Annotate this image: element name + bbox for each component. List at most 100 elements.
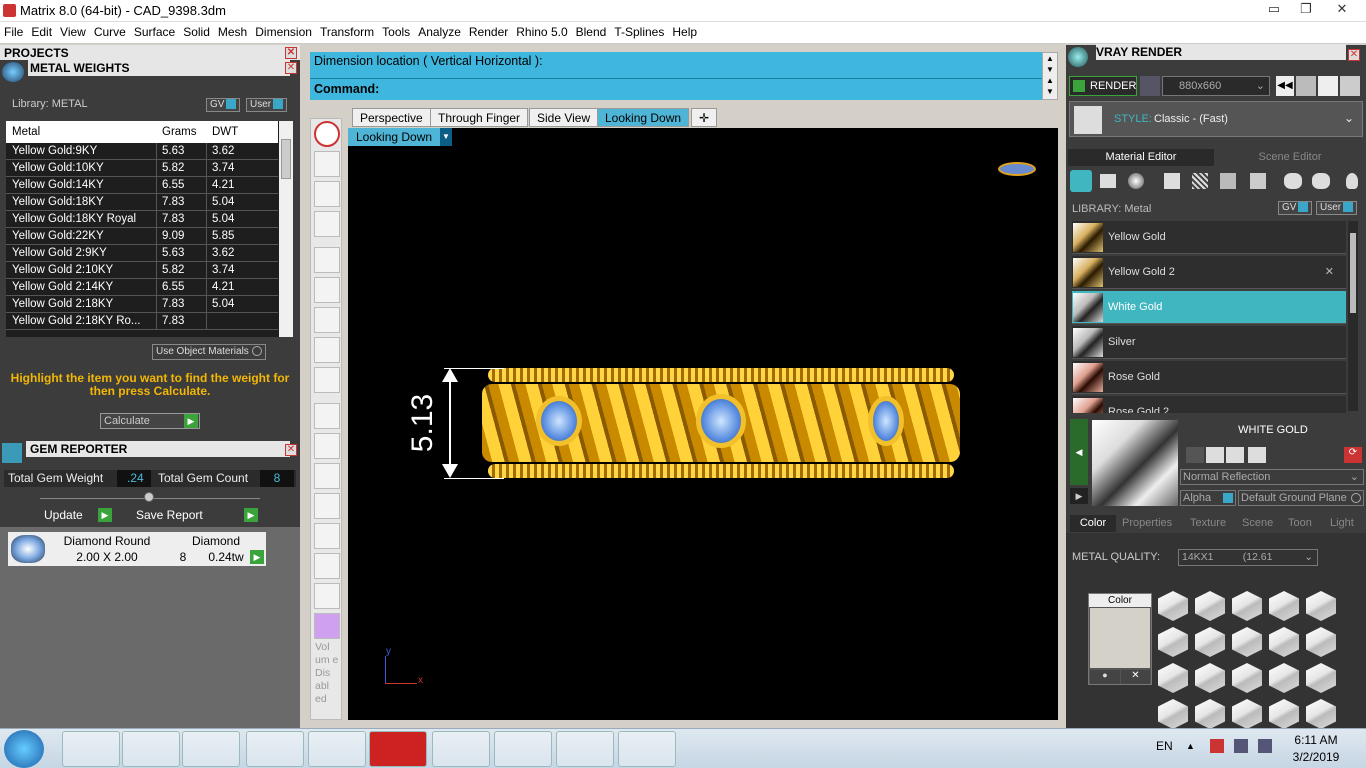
table-row[interactable]: Yellow Gold 2:18KY 7.83 5.04 (6, 296, 278, 313)
maximize-button[interactable]: ❐ (1290, 0, 1322, 20)
menu-blend[interactable]: Blend (572, 22, 611, 42)
render-button[interactable]: RENDER (1069, 76, 1137, 96)
menu-dimension[interactable]: Dimension (251, 22, 316, 42)
table-row[interactable]: Yellow Gold:18KY Royal 7.83 5.04 (6, 211, 278, 228)
dimension-r-icon[interactable] (314, 493, 340, 519)
viewport[interactable]: Looking Down ▼ 5.13 y x (348, 128, 1058, 720)
gv-toggle[interactable]: GV (206, 98, 241, 112)
clock-time[interactable]: 6:11 AM (1286, 733, 1346, 747)
collapse-arrow-icon[interactable]: ◀ (1070, 419, 1088, 485)
rewind-icon[interactable]: ◀◀ (1276, 76, 1294, 96)
move-icon[interactable] (314, 247, 340, 273)
material-item[interactable]: Yellow Gold (1072, 221, 1346, 254)
import-material-icon[interactable] (1226, 447, 1244, 463)
app-green-icon[interactable] (432, 731, 490, 767)
metal-weights-close-icon[interactable]: ✕ (285, 62, 297, 74)
box-side-icon[interactable] (314, 337, 340, 363)
dimension-line[interactable] (449, 370, 451, 476)
square-tool-icon[interactable] (1164, 173, 1180, 189)
subtab-light[interactable]: Light (1330, 515, 1354, 532)
tab-looking-down[interactable]: Looking Down (597, 108, 690, 127)
scale-icon[interactable] (314, 403, 340, 429)
user-toggle[interactable]: User (246, 98, 288, 112)
table-row[interactable]: Yellow Gold 2:9KY 5.63 3.62 (6, 245, 278, 262)
menu-help[interactable]: Help (668, 22, 701, 42)
finish-swatch[interactable] (1158, 663, 1188, 693)
material-item[interactable]: Yellow Gold 2 ✕ (1072, 256, 1346, 289)
view-dropdown[interactable]: Looking Down ▼ (348, 128, 452, 146)
finish-swatch[interactable] (1306, 699, 1336, 728)
menu-tools[interactable]: Tools (378, 22, 414, 42)
close-button[interactable]: ✕ (1322, 0, 1362, 20)
box-top-icon[interactable] (314, 307, 340, 333)
subtab-texture[interactable]: Texture (1190, 515, 1226, 532)
finish-swatch[interactable] (1158, 591, 1188, 621)
command-scrollbar[interactable]: ▲ ▼ ▲ ▼ (1042, 52, 1058, 100)
chrome-icon[interactable] (308, 731, 366, 767)
subtab-color[interactable]: Color (1070, 515, 1116, 532)
hatch-tool-icon[interactable] (1192, 173, 1208, 189)
tab-through-finger[interactable]: Through Finger (430, 108, 529, 127)
style-select[interactable]: STYLE: Classic - (Fast) ⌄ (1069, 101, 1363, 137)
projects-close-icon[interactable]: ✕ (285, 47, 297, 59)
material-item[interactable]: Rose Gold 2 (1072, 396, 1346, 413)
table-row[interactable]: Yellow Gold 2:10KY 5.82 3.74 (6, 262, 278, 279)
menu-tsplines[interactable]: T-Splines (610, 22, 668, 42)
menu-surface[interactable]: Surface (130, 22, 179, 42)
finish-swatch[interactable] (1195, 627, 1225, 657)
nodes-icon[interactable] (314, 211, 340, 237)
finish-swatch[interactable] (1306, 663, 1336, 693)
refresh-icon[interactable]: ⟳ (1344, 447, 1362, 463)
material-item-selected[interactable]: White Gold (1072, 291, 1346, 324)
finish-swatch[interactable] (1232, 627, 1262, 657)
box-front-icon[interactable] (314, 367, 340, 393)
tab-perspective[interactable]: Perspective (352, 108, 431, 127)
menu-analyze[interactable]: Analyze (414, 22, 465, 42)
save-material-icon[interactable] (1186, 447, 1204, 463)
table-row[interactable]: Yellow Gold 2:18KY Ro... 7.83 (6, 313, 278, 330)
material-scrollbar[interactable] (1348, 221, 1358, 411)
flag-icon[interactable] (1210, 739, 1224, 753)
finish-swatch[interactable] (1232, 663, 1262, 693)
alpha-toggle[interactable]: Alpha (1180, 490, 1236, 506)
table-row[interactable]: Yellow Gold:14KY 6.55 4.21 (6, 177, 278, 194)
table-row[interactable]: Yellow Gold 2:14KY 6.55 4.21 (6, 279, 278, 296)
menu-render[interactable]: Render (465, 22, 512, 42)
vray-close-icon[interactable]: ✕ (1348, 49, 1360, 61)
measure-icon[interactable] (314, 523, 340, 549)
calculate-button[interactable]: Calculate ▶ (100, 413, 200, 429)
color-swatch[interactable] (1090, 608, 1150, 668)
explorer-icon[interactable] (122, 731, 180, 767)
command-line[interactable]: Command: (314, 82, 379, 96)
vray-user-toggle[interactable]: User (1316, 201, 1358, 215)
finish-swatch[interactable] (1269, 699, 1299, 728)
ring-tool-icon[interactable] (1070, 170, 1092, 192)
menu-transform[interactable]: Transform (316, 22, 378, 42)
clear-color-icon[interactable]: ✕ (1121, 670, 1150, 684)
finish-swatch[interactable] (1158, 627, 1188, 657)
calculator-icon[interactable] (1206, 447, 1224, 463)
pan-tool-icon[interactable] (314, 151, 340, 177)
subtab-toon[interactable]: Toon (1288, 515, 1312, 532)
table-row[interactable]: Yellow Gold:22KY 9.09 5.85 (6, 228, 278, 245)
color-picker-icon[interactable]: ● (1090, 670, 1120, 684)
vray-gv-toggle[interactable]: GV (1278, 201, 1313, 215)
dimension-value[interactable]: 5.13 (406, 394, 440, 452)
camera-icon[interactable] (1140, 76, 1160, 96)
network-icon[interactable] (1234, 739, 1248, 753)
menu-edit[interactable]: Edit (27, 22, 56, 42)
finish-swatch[interactable] (1269, 591, 1299, 621)
tray-arrow-icon[interactable]: ▲ (1186, 741, 1195, 751)
finish-swatch[interactable] (1232, 699, 1262, 728)
menu-rhino[interactable]: Rhino 5.0 (512, 22, 571, 42)
dimension-off-icon[interactable] (314, 463, 340, 489)
figure-icon[interactable] (314, 583, 340, 609)
metal-quality-select[interactable]: 14KX1 (12.61 ⌄ (1178, 549, 1318, 566)
finish-swatch[interactable] (1158, 699, 1188, 728)
subtab-properties[interactable]: Properties (1122, 515, 1172, 532)
tab-material-editor[interactable]: Material Editor (1068, 149, 1214, 166)
table-row[interactable]: Yellow Gold:10KY 5.82 3.74 (6, 160, 278, 177)
notes-icon[interactable] (556, 731, 614, 767)
tab-scene-editor[interactable]: Scene Editor (1216, 149, 1364, 166)
expand-arrow-icon[interactable]: ▶ (1070, 488, 1088, 504)
